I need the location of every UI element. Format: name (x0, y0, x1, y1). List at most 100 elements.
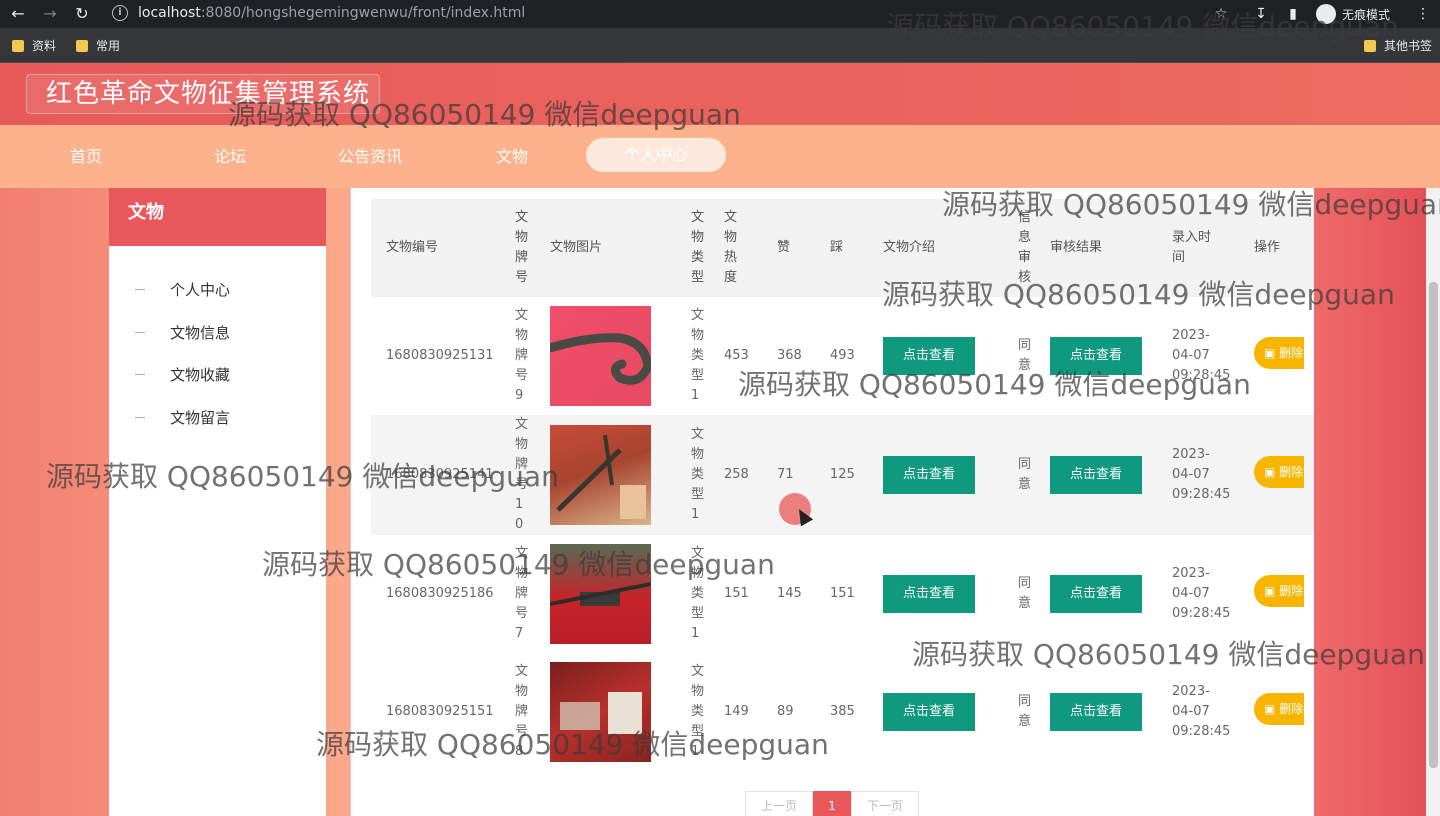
dash-icon (135, 374, 145, 375)
relic-image-cell (546, 653, 676, 771)
prev-page-button[interactable]: 上一页 (745, 791, 813, 816)
next-page-button[interactable]: 下一页 (851, 791, 919, 816)
dash-icon (135, 332, 145, 333)
relic-heat: 151 (724, 586, 749, 601)
bookmark-folder[interactable]: 资料 (12, 37, 56, 54)
audit-cell: 点击查看 (1046, 297, 1168, 415)
reload-icon[interactable]: ↻ (72, 4, 92, 24)
forward-icon[interactable]: → (40, 4, 60, 24)
relic-thumbnail[interactable] (550, 306, 651, 406)
col-header: 信息审核 (1004, 199, 1046, 297)
relic-thumbnail[interactable] (550, 425, 651, 525)
scrollbar-thumb[interactable] (1429, 282, 1438, 768)
page-1-button[interactable]: 1 (813, 791, 851, 816)
view-audit-button[interactable]: 点击查看 (1050, 575, 1142, 613)
star-icon[interactable]: ☆ (1212, 5, 1230, 23)
relic-likes: 89 (777, 704, 794, 719)
incognito-avatar (1316, 4, 1336, 24)
operation-cell: ▣ 删除 (1250, 415, 1314, 535)
relic-dislikes: 493 (830, 348, 855, 363)
col-header: 录入时间 (1168, 199, 1250, 297)
relic-image-cell (546, 415, 676, 535)
delete-button[interactable]: ▣ 删除 (1254, 692, 1304, 725)
incognito-label: 无痕模式 (1342, 7, 1391, 22)
trash-icon: ▣ (1264, 345, 1276, 360)
side-item-relic-messages[interactable]: 文物留言 (135, 407, 230, 428)
bookmark-folder[interactable]: 常用 (76, 37, 120, 54)
audit-cell: 点击查看 (1046, 415, 1168, 535)
audit-status: 同意 (1018, 338, 1032, 373)
other-bookmarks[interactable]: 其他书签 (1364, 37, 1432, 54)
delete-button[interactable]: ▣ 删除 (1254, 455, 1304, 488)
pagination: 上一页 1 下一页 (745, 791, 919, 816)
folder-icon (1364, 39, 1376, 52)
entry-time: 2023-04-07 09:28:45 (1172, 566, 1231, 621)
relic-dislikes: 385 (830, 704, 855, 719)
relic-heat: 149 (724, 704, 749, 719)
audit-status: 同意 (1004, 415, 1046, 535)
table-row: 1680830925186 文物牌号7 文物类型1 151 145 151 点击… (371, 535, 1314, 653)
relic-id: 1680830925151 (386, 704, 494, 719)
operation-cell: ▣ 删除 (1250, 535, 1314, 653)
view-audit-button[interactable]: 点击查看 (1050, 693, 1142, 731)
trash-icon: ▣ (1264, 464, 1276, 479)
view-intro-button[interactable]: 点击查看 (883, 575, 975, 613)
relic-id: 1680830925141 (371, 415, 501, 535)
side-item-relic-info[interactable]: 文物信息 (135, 322, 230, 343)
info-icon[interactable]: i (112, 5, 128, 21)
audit-cell: 点击查看 (1046, 535, 1168, 653)
col-header: 赞 (773, 199, 826, 297)
intro-cell: 点击查看 (879, 535, 1004, 653)
delete-button[interactable]: ▣ 删除 (1254, 574, 1304, 607)
incognito-badge[interactable]: 无痕模式 (1316, 3, 1390, 25)
entry-time: 2023-04-07 09:28:45 (1168, 415, 1250, 535)
side-item-relic-favorites[interactable]: 文物收藏 (135, 364, 230, 385)
intro-cell: 点击查看 (879, 415, 1004, 535)
view-audit-button[interactable]: 点击查看 (1050, 456, 1142, 494)
relic-type: 文物类型1 (676, 415, 720, 535)
relic-dislikes: 125 (826, 415, 879, 535)
relics-table: 文物编号 文物牌号 文物图片 文物类型 文物热度 赞 踩 文物介绍 信息审核 审… (371, 199, 1314, 771)
main-nav: 首页 论坛 公告资讯 文物 个人中心 (0, 125, 1440, 188)
more-icon[interactable]: ⋮ (1414, 5, 1432, 23)
url-text: localhost:8080/hongshegemingwenwu/front/… (138, 5, 526, 21)
nav-relics[interactable]: 文物 (496, 143, 528, 167)
dash-icon (135, 289, 145, 290)
nav-news[interactable]: 公告资讯 (338, 143, 402, 167)
relic-id: 1680830925131 (386, 348, 494, 363)
col-header: 文物热度 (720, 199, 773, 297)
audit-status: 同意 (1018, 694, 1032, 729)
relic-image-cell (546, 535, 676, 653)
back-icon[interactable]: ← (8, 4, 28, 24)
entry-time: 2023-04-07 09:28:45 (1172, 684, 1231, 739)
relic-thumbnail[interactable] (550, 544, 651, 644)
sidebar-icon[interactable]: ▮ (1284, 5, 1302, 23)
relic-plate: 文物牌号8 (515, 664, 529, 759)
side-menu: 文物 个人中心 文物信息 文物收藏 文物留言 (109, 188, 326, 816)
operation-cell: ▣ 删除 (1250, 297, 1314, 415)
view-audit-button[interactable]: 点击查看 (1050, 337, 1142, 375)
relic-thumbnail[interactable] (550, 662, 651, 762)
view-intro-button[interactable]: 点击查看 (883, 693, 975, 731)
relic-plate: 文物牌号9 (515, 308, 529, 403)
audit-cell: 点击查看 (1046, 653, 1168, 771)
address-bar[interactable]: i localhost:8080/hongshegemingwenwu/fron… (104, 2, 1244, 26)
site-title: 红色革命文物征集管理系统 (26, 74, 380, 114)
col-header: 文物图片 (546, 199, 676, 297)
table-row: 1680830925151 文物牌号8 文物类型1 149 89 385 点击查… (371, 653, 1314, 771)
nav-forum[interactable]: 论坛 (214, 143, 246, 167)
nav-personal-center[interactable]: 个人中心 (586, 138, 726, 172)
relic-plate: 文物牌号7 (515, 546, 529, 641)
trash-icon: ▣ (1264, 701, 1276, 716)
view-intro-button[interactable]: 点击查看 (883, 456, 975, 494)
bookmarks-bar: 资料 常用 其他书签 (0, 28, 1440, 63)
nav-home[interactable]: 首页 (70, 143, 102, 167)
relic-id: 1680830925186 (386, 586, 494, 601)
delete-button[interactable]: ▣ 删除 (1254, 336, 1304, 369)
dash-icon (135, 417, 145, 418)
side-item-personal-center[interactable]: 个人中心 (135, 279, 230, 300)
download-icon[interactable]: ↧ (1252, 5, 1270, 23)
relic-plate: 文物牌号10 (501, 415, 546, 535)
browser-toolbar: ← → ↻ i localhost:8080/hongshegemingwenw… (0, 0, 1440, 28)
view-intro-button[interactable]: 点击查看 (883, 337, 975, 375)
